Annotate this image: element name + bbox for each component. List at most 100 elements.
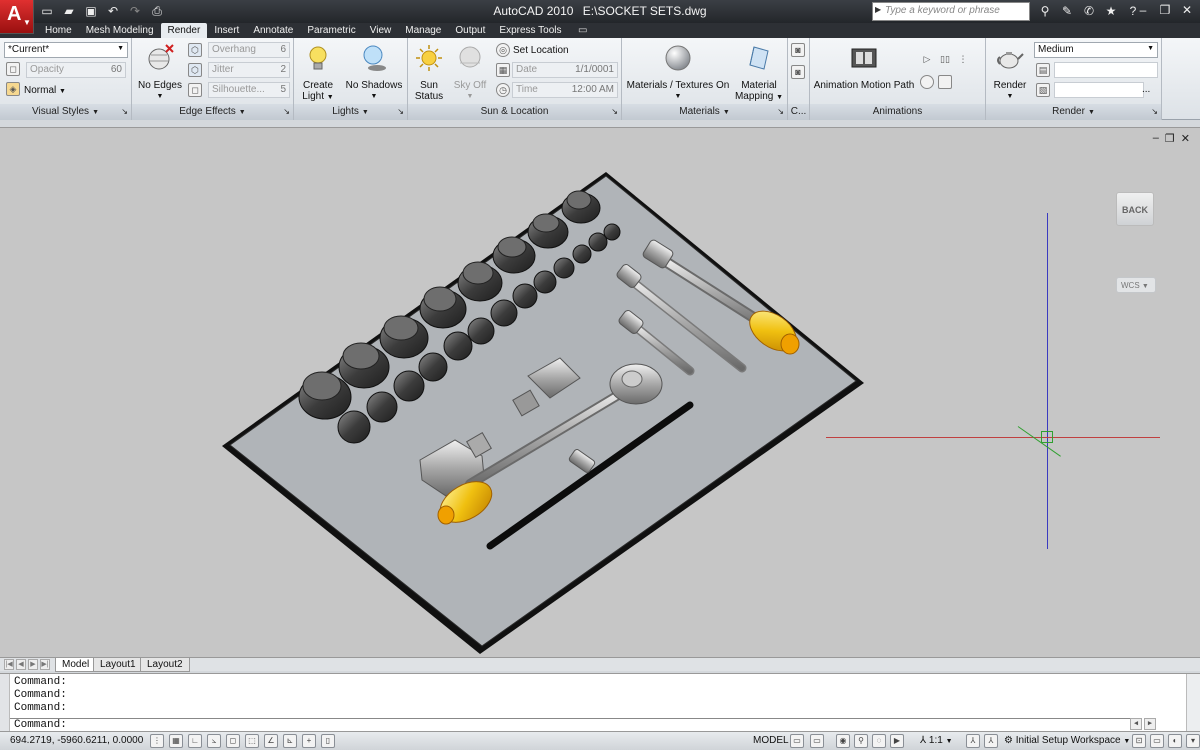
command-scrollbar[interactable] [1186, 674, 1200, 732]
clean-screen-icon[interactable]: ▾ [1186, 734, 1200, 748]
tab-mesh-modeling[interactable]: Mesh Modeling [79, 23, 161, 38]
lock-icon[interactable]: ⊡ [1132, 734, 1146, 748]
first-layout-icon[interactable]: |◀ [4, 659, 14, 670]
communication-icon[interactable]: ✆ [1080, 3, 1098, 19]
panel-title-sun-location[interactable]: Sun & Location ↘ [408, 104, 621, 120]
material-mapping-button[interactable]: Material Mapping ▼ [734, 43, 784, 103]
wcs-menu[interactable]: WCS ▼ [1116, 277, 1156, 293]
dialog-launcher-icon[interactable]: ↘ [283, 104, 290, 120]
ortho-mode-icon[interactable]: ∟ [188, 734, 202, 748]
tab-view[interactable]: View [363, 23, 399, 38]
jitter-field[interactable]: Jitter 2 [208, 62, 290, 78]
panel-title-render[interactable]: Render ▼ ↘ [986, 104, 1161, 120]
annotation-visibility-icon[interactable]: ⅄ [966, 734, 980, 748]
record-icon[interactable] [920, 75, 934, 89]
drawing-viewport[interactable]: – ❐ ✕ BACK WCS ▼ [0, 127, 1200, 657]
dialog-launcher-icon[interactable]: ↘ [121, 104, 128, 120]
silhouette-field[interactable]: Silhouette... 5 [208, 82, 290, 98]
render-preset-field[interactable] [1054, 62, 1158, 78]
camera-icon[interactable]: ◙ [791, 43, 805, 57]
annotation-scale[interactable]: ⅄ 1:1 ▼ [920, 735, 953, 746]
application-menu-button[interactable]: A ▼ [0, 0, 34, 34]
tab-express-tools[interactable]: Express Tools [492, 23, 568, 38]
panel-title-edge-effects[interactable]: Edge Effects ▼ ↘ [132, 104, 293, 120]
subscription-icon[interactable]: ✎ [1058, 3, 1076, 19]
sun-status-button[interactable]: Sun Status [410, 43, 448, 102]
tab-manage[interactable]: Manage [398, 23, 448, 38]
snap-mode-icon[interactable]: ⋮ [150, 734, 164, 748]
steering-wheel-icon[interactable]: ◉ [836, 734, 850, 748]
overhang-field[interactable]: Overhang 6 [208, 42, 290, 58]
render-button[interactable]: Render ▼ [988, 43, 1032, 102]
tab-render[interactable]: Render [160, 23, 208, 38]
set-location-button[interactable]: Set Location [513, 45, 569, 56]
panel-title-camera[interactable]: C... [788, 104, 809, 120]
quick-view-drawings-icon[interactable]: ▭ [810, 734, 824, 748]
create-light-button[interactable]: Create Light ▼ [298, 43, 338, 103]
no-shadows-button[interactable]: No Shadows ▼ [344, 43, 404, 102]
render-output-field[interactable] [1054, 82, 1144, 98]
panel-title-animations[interactable]: Animations [810, 104, 985, 120]
showmotion-icon[interactable]: ▶ [890, 734, 904, 748]
time-field[interactable]: Time 12:00 AM [512, 82, 618, 98]
isolate-objects-icon[interactable]: ◐ [1168, 734, 1182, 748]
walk-icon[interactable]: ⋮ [956, 53, 970, 67]
polar-tracking-icon[interactable]: ⦣ [207, 734, 221, 748]
tab-home[interactable]: Home [40, 23, 79, 38]
visual-style-select[interactable]: *Current* ▼ [4, 42, 128, 58]
animation-motion-path-button[interactable]: Animation Motion Path [812, 43, 916, 91]
hardware-accel-icon[interactable]: ▭ [1150, 734, 1164, 748]
panel-title-materials[interactable]: Materials ▼ ↘ [622, 104, 787, 120]
globe-icon[interactable]: ◎ [496, 43, 510, 57]
command-window-grip[interactable] [0, 674, 10, 732]
viewcube[interactable]: BACK [1116, 192, 1154, 226]
minimize-icon[interactable]: – [1136, 3, 1150, 17]
face-style-icon[interactable]: ◈ [6, 82, 20, 96]
dialog-launcher-icon[interactable]: ↘ [611, 104, 618, 120]
dialog-launcher-icon[interactable]: ↘ [1151, 104, 1158, 120]
scroll-right-icon[interactable]: ▶ [1144, 718, 1156, 730]
tab-parametric[interactable]: Parametric [300, 23, 362, 38]
lineweight-icon[interactable]: ▯ [321, 734, 335, 748]
restore-icon[interactable]: ❐ [1158, 3, 1172, 17]
dynamic-input-icon[interactable]: + [302, 734, 316, 748]
zoom-icon[interactable]: ⚲ [854, 734, 868, 748]
tab-layout2[interactable]: Layout2 [140, 658, 190, 672]
orbit-icon[interactable]: ◌ [872, 734, 886, 748]
render-region-icon[interactable]: ▤ [1036, 63, 1050, 77]
workspace-switch[interactable]: ⚙ Initial Setup Workspace ▼ [1004, 735, 1130, 746]
play-icon[interactable]: ▷ [920, 53, 934, 67]
socket-set-model[interactable] [0, 128, 1200, 658]
panel-title-lights[interactable]: Lights ▼ ↘ [294, 104, 407, 120]
render-browse-button[interactable]: ... [1142, 84, 1150, 95]
model-space-toggle[interactable]: MODEL [753, 735, 789, 746]
face-style-button[interactable]: Normal ▼ [24, 85, 66, 96]
ribbon-minimize-icon[interactable]: ▭ [578, 25, 587, 36]
tab-output[interactable]: Output [448, 23, 492, 38]
jitter-icon[interactable]: ⬡ [188, 63, 202, 77]
binoculars-icon[interactable]: ⚲ [1036, 3, 1054, 19]
opacity-field[interactable]: Opacity 60 [26, 62, 126, 78]
dynamic-ucs-icon[interactable]: ⊾ [283, 734, 297, 748]
last-layout-icon[interactable]: ▶| [40, 659, 50, 670]
render-output-icon[interactable]: ▧ [1036, 83, 1050, 97]
overhang-icon[interactable]: ⬡ [188, 43, 202, 57]
auto-scale-icon[interactable]: ⅄ [984, 734, 998, 748]
camera-view-icon[interactable]: ◙ [791, 65, 805, 79]
pause-icon[interactable]: ▯▯ [938, 53, 952, 67]
date-field[interactable]: Date 1/1/0001 [512, 62, 618, 78]
3d-object-snap-icon[interactable]: ⬚ [245, 734, 259, 748]
dialog-launcher-icon[interactable]: ↘ [777, 104, 784, 120]
object-snap-icon[interactable]: ◻ [226, 734, 240, 748]
dialog-launcher-icon[interactable]: ↘ [397, 104, 404, 120]
prev-layout-icon[interactable]: ◀ [16, 659, 26, 670]
opacity-icon[interactable]: ◻ [6, 62, 20, 76]
tab-model[interactable]: Model [55, 658, 97, 672]
next-layout-icon[interactable]: ▶ [28, 659, 38, 670]
materials-textures-button[interactable]: Materials / Textures On ▼ [626, 43, 730, 102]
silhouette-icon[interactable]: ◻ [188, 83, 202, 97]
favorites-icon[interactable]: ★ [1102, 3, 1120, 19]
command-input[interactable]: Command: [14, 719, 67, 731]
search-input[interactable]: ▶ Type a keyword or phrase [872, 2, 1030, 21]
object-snap-tracking-icon[interactable]: ∠ [264, 734, 278, 748]
